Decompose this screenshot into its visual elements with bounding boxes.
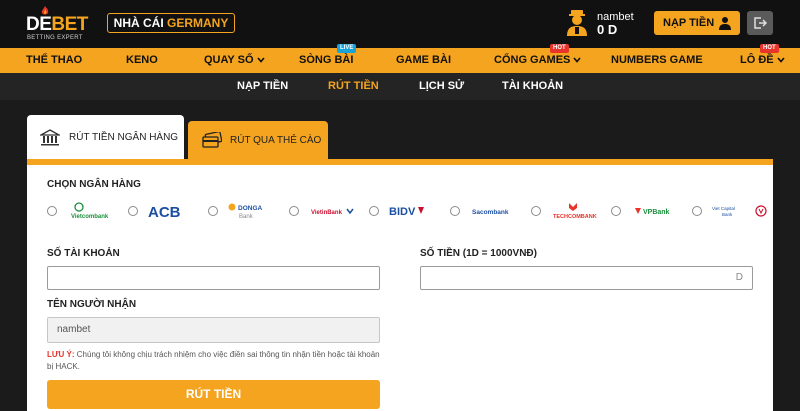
- bank-name: Vietcombank: [71, 214, 109, 220]
- bank-name: BIDV: [389, 206, 416, 218]
- radio-button[interactable]: [128, 206, 138, 216]
- logout-icon: [754, 17, 767, 29]
- logo-tagline: BETTING EXPERT: [27, 35, 83, 41]
- nav-the-thao[interactable]: THỂ THAO: [26, 48, 82, 73]
- vpbank-logo: VPBank: [635, 208, 670, 216]
- wallet-icon: [719, 17, 731, 30]
- acb-logo: ACB: [148, 204, 181, 221]
- tab-bank-withdraw[interactable]: RÚT TIỀN NGÂN HÀNG: [27, 115, 184, 160]
- donga-bank-logo: DONGA Bank: [228, 203, 263, 220]
- account-balance: 0 D: [597, 22, 618, 37]
- market-badge[interactable]: NHÀ CÁI GERMANY: [107, 13, 235, 33]
- nav-game-bai[interactable]: GAME BÀI: [396, 48, 451, 73]
- bank-icon: [40, 129, 60, 146]
- vietcombank-logo: Vietcombank: [71, 202, 109, 220]
- subnav-rut-tien[interactable]: RÚT TIỀN: [328, 73, 379, 100]
- account-number-input[interactable]: [47, 266, 380, 290]
- bank-name: Sacombank: [472, 209, 509, 216]
- radio-button[interactable]: [208, 206, 218, 216]
- subnav-nap-tien[interactable]: NẠP TIỀN: [237, 73, 288, 100]
- deposit-button[interactable]: NẠP TIỀN: [654, 11, 740, 35]
- currency-suffix: D: [735, 272, 743, 283]
- nav-quay-so[interactable]: QUAY SỐ: [204, 48, 265, 73]
- nav-keno[interactable]: KENO: [126, 48, 158, 73]
- bank-name: DONGA: [238, 205, 263, 212]
- bank-name-suffix: Bank: [722, 212, 733, 217]
- tab-card-withdraw[interactable]: RÚT QUA THẺ CÀO: [188, 121, 328, 160]
- withdraw-form: CHỌN NGÂN HÀNG Vietcombank ACB DONGA Ban…: [27, 165, 773, 411]
- viet-capital-logo: Viet Capital Bank: [712, 205, 767, 217]
- withdraw-submit-button[interactable]: RÚT TIỀN: [47, 380, 380, 409]
- card-icon: [202, 132, 222, 148]
- logout-button[interactable]: [747, 11, 773, 35]
- warning-label: LƯU Ý:: [47, 350, 75, 359]
- bank-name: VPBank: [643, 209, 670, 216]
- radio-button[interactable]: [531, 206, 541, 216]
- radio-button[interactable]: [692, 206, 702, 216]
- account-number-label: SỐ TÀI KHOẢN: [47, 248, 120, 259]
- subnav-tai-khoan[interactable]: TÀI KHOẢN: [502, 73, 563, 100]
- nav-numbers-game[interactable]: NUMBERS GAME: [611, 48, 703, 73]
- receiver-name-input[interactable]: nambet: [47, 317, 380, 343]
- radio-button[interactable]: [289, 206, 299, 216]
- subnav-lich-su[interactable]: LỊCH SỬ: [419, 73, 464, 100]
- site-logo[interactable]: DEBET BETTING EXPERT: [26, 6, 90, 44]
- withdraw-warning: LƯU Ý: Chúng tôi không chịu trách nhiệm …: [47, 349, 382, 373]
- nav-lo-de[interactable]: LÔ ĐỀ HOT: [740, 44, 785, 73]
- receiver-name-label: TÊN NGƯỜI NHẬN: [47, 299, 137, 310]
- top-header: DEBET BETTING EXPERT NHÀ CÁI GERMANY nam…: [0, 0, 800, 48]
- deposit-button-label: NẠP TIỀN: [663, 17, 715, 29]
- amount-label: SỐ TIỀN (1D = 1000VNĐ): [420, 248, 537, 259]
- techcombank-logo: TECHCOMBANK: [553, 203, 597, 220]
- vietinbank-logo: VietinBank: [311, 208, 354, 216]
- radio-button[interactable]: [47, 206, 57, 216]
- amount-input[interactable]: D: [420, 266, 753, 290]
- bidv-logo: BIDV: [389, 206, 424, 218]
- hot-badge: HOT: [760, 44, 779, 53]
- chevron-down-icon: [573, 57, 582, 63]
- bank-name-suffix: Bank: [239, 214, 254, 220]
- sacombank-logo: Sacombank: [472, 209, 509, 216]
- tab-bank-withdraw-label: RÚT TIỀN NGÂN HÀNG: [69, 132, 179, 143]
- radio-button[interactable]: [450, 206, 460, 216]
- chevron-down-icon: [256, 57, 265, 63]
- nav-cong-games[interactable]: CỔNG GAMES HOT: [494, 44, 582, 73]
- tab-card-withdraw-label: RÚT QUA THẺ CÀO: [230, 135, 322, 146]
- radio-button[interactable]: [611, 206, 621, 216]
- bank-select-label: CHỌN NGÂN HÀNG: [47, 179, 141, 190]
- warning-text: Chúng tôi không chịu trách nhiệm cho việ…: [47, 350, 380, 371]
- chevron-down-icon: [777, 57, 785, 63]
- hot-badge: HOT: [550, 44, 569, 53]
- logo-wordmark: DEBET: [26, 14, 88, 35]
- main-nav: THỂ THAO KENO QUAY SỐ SÒNG BÀI LIVE GAME …: [0, 44, 800, 73]
- bank-name: TECHCOMBANK: [553, 214, 597, 220]
- radio-button[interactable]: [369, 206, 379, 216]
- bank-name: ACB: [148, 204, 181, 221]
- bank-name: VietinBank: [311, 210, 343, 216]
- account-sub-nav: NẠP TIỀN RÚT TIỀN LỊCH SỬ TÀI KHOẢN: [0, 73, 800, 100]
- nav-song-bai[interactable]: SÒNG BÀI LIVE: [299, 44, 357, 73]
- live-badge: LIVE: [337, 44, 357, 53]
- bank-name: Viet Capital: [712, 206, 735, 211]
- user-icon: [567, 10, 587, 36]
